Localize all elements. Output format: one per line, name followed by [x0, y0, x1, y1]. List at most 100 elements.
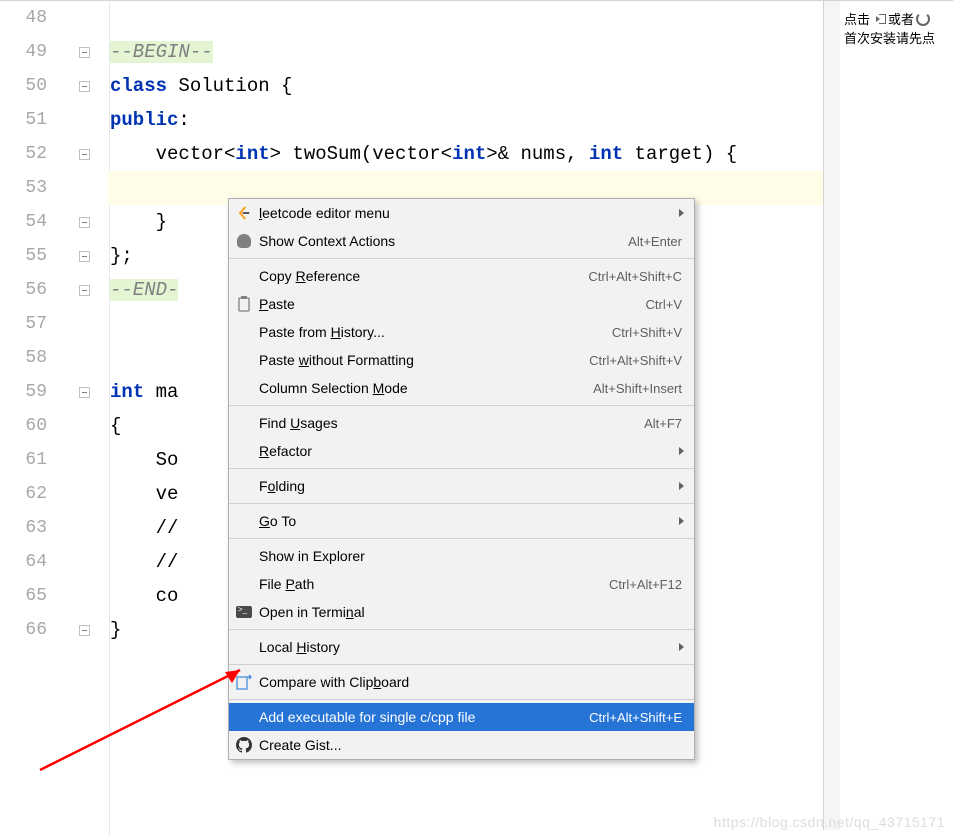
menu-shortcut: Ctrl+Alt+Shift+C — [588, 269, 682, 284]
menu-item[interactable]: Column Selection ModeAlt+Shift+Insert — [229, 374, 694, 402]
menu-shortcut: Alt+Shift+Insert — [593, 381, 682, 396]
menu-separator — [229, 538, 694, 539]
menu-item[interactable]: Create Gist... — [229, 731, 694, 759]
submenu-arrow-icon — [679, 482, 684, 490]
fold-gutter — [60, 1, 108, 830]
menu-icon-slot — [235, 323, 253, 341]
fold-mark — [60, 307, 108, 341]
login-icon[interactable] — [872, 12, 886, 26]
submenu-arrow-icon — [679, 643, 684, 651]
menu-item[interactable]: Compare with Clipboard — [229, 668, 694, 696]
menu-separator — [229, 405, 694, 406]
line-number: 53 — [0, 171, 59, 205]
bulb-icon — [237, 234, 251, 248]
side-text-1b: 或者 — [888, 9, 914, 28]
menu-label: Folding — [259, 478, 682, 494]
fold-mark — [60, 545, 108, 579]
line-number: 52 — [0, 137, 59, 171]
fold-icon[interactable] — [79, 149, 90, 160]
code-line[interactable]: vector<int> twoSum(vector<int>& nums, in… — [108, 137, 823, 171]
fold-icon[interactable] — [79, 47, 90, 58]
fold-icon[interactable] — [79, 625, 90, 636]
line-number: 60 — [0, 409, 59, 443]
menu-label: File Path — [259, 576, 609, 592]
menu-icon-slot — [235, 708, 253, 726]
menu-label: leetcode editor menu — [259, 205, 682, 221]
menu-item[interactable]: Show Context ActionsAlt+Enter — [229, 227, 694, 255]
side-panel: 点击 或者 首次安装请先点 — [840, 1, 953, 830]
context-menu[interactable]: leetcode editor menu Show Context Actions… — [228, 198, 695, 760]
fold-icon[interactable] — [79, 81, 90, 92]
menu-item[interactable]: Open in Terminal — [229, 598, 694, 626]
fold-mark — [60, 341, 108, 375]
menu-label: Open in Terminal — [259, 604, 682, 620]
fold-mark[interactable] — [60, 137, 108, 171]
menu-item[interactable]: Go To — [229, 507, 694, 535]
line-number: 50 — [0, 69, 59, 103]
menu-item[interactable]: leetcode editor menu — [229, 199, 694, 227]
fold-icon[interactable] — [79, 285, 90, 296]
line-number: 54 — [0, 205, 59, 239]
menu-shortcut: Alt+Enter — [628, 234, 682, 249]
fold-mark[interactable] — [60, 613, 108, 647]
menu-label: Compare with Clipboard — [259, 674, 682, 690]
menu-label: Paste — [259, 296, 646, 312]
menu-icon-slot — [235, 295, 253, 313]
menu-icon-slot — [235, 638, 253, 656]
code-line[interactable] — [108, 1, 823, 35]
menu-icon-slot — [235, 673, 253, 691]
fold-icon[interactable] — [79, 251, 90, 262]
menu-item[interactable]: Copy ReferenceCtrl+Alt+Shift+C — [229, 262, 694, 290]
menu-item[interactable]: Show in Explorer — [229, 542, 694, 570]
menu-shortcut: Ctrl+Shift+V — [612, 325, 682, 340]
line-number: 51 — [0, 103, 59, 137]
menu-item[interactable]: Paste from History...Ctrl+Shift+V — [229, 318, 694, 346]
menu-item[interactable]: File PathCtrl+Alt+F12 — [229, 570, 694, 598]
menu-label: Go To — [259, 513, 682, 529]
menu-item[interactable]: Refactor — [229, 437, 694, 465]
menu-item[interactable]: Paste without FormattingCtrl+Alt+Shift+V — [229, 346, 694, 374]
line-number: 57 — [0, 307, 59, 341]
fold-icon[interactable] — [79, 387, 90, 398]
fold-mark[interactable] — [60, 205, 108, 239]
fold-mark[interactable] — [60, 69, 108, 103]
scrollbar[interactable] — [824, 1, 840, 830]
line-number-gutter: 48495051525354555657585960616263646566 — [0, 1, 60, 830]
submenu-arrow-icon — [679, 447, 684, 455]
menu-item[interactable]: Add executable for single c/cpp fileCtrl… — [229, 703, 694, 731]
fold-mark — [60, 477, 108, 511]
fold-mark — [60, 579, 108, 613]
code-line[interactable]: public: — [108, 103, 823, 137]
menu-icon-slot — [235, 547, 253, 565]
fold-mark — [60, 409, 108, 443]
menu-item[interactable]: PasteCtrl+V — [229, 290, 694, 318]
menu-icon-slot — [235, 379, 253, 397]
menu-label: Show Context Actions — [259, 233, 628, 249]
menu-item[interactable]: Folding — [229, 472, 694, 500]
refresh-icon[interactable] — [916, 12, 930, 26]
line-number: 49 — [0, 35, 59, 69]
terminal-icon — [236, 606, 252, 618]
menu-item[interactable]: Local History — [229, 633, 694, 661]
menu-separator — [229, 629, 694, 630]
fold-icon[interactable] — [79, 217, 90, 228]
menu-label: Show in Explorer — [259, 548, 682, 564]
menu-label: Refactor — [259, 443, 682, 459]
fold-mark[interactable] — [60, 239, 108, 273]
code-line[interactable]: --BEGIN-- — [108, 35, 823, 69]
leetcode-icon — [236, 205, 252, 221]
fold-mark[interactable] — [60, 273, 108, 307]
menu-icon-slot — [235, 736, 253, 754]
line-number: 56 — [0, 273, 59, 307]
menu-label: Add executable for single c/cpp file — [259, 709, 589, 725]
menu-item[interactable]: Find UsagesAlt+F7 — [229, 409, 694, 437]
menu-icon-slot — [235, 414, 253, 432]
code-line[interactable]: class Solution { — [108, 69, 823, 103]
line-number: 62 — [0, 477, 59, 511]
line-number: 48 — [0, 1, 59, 35]
fold-mark[interactable] — [60, 35, 108, 69]
menu-separator — [229, 699, 694, 700]
menu-label: Local History — [259, 639, 682, 655]
fold-mark[interactable] — [60, 375, 108, 409]
menu-separator — [229, 664, 694, 665]
